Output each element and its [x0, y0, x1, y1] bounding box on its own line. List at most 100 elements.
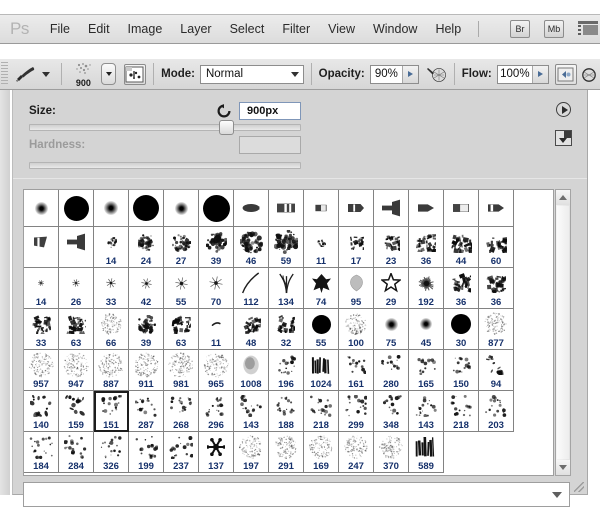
menu-item-file[interactable]: File	[41, 19, 79, 39]
brush-cell[interactable]: 39	[129, 309, 164, 350]
brush-cell[interactable]: 199	[129, 432, 164, 473]
brush-cell[interactable]: 11	[304, 227, 339, 268]
brush-cell-selected[interactable]: 151	[94, 391, 129, 432]
brush-cell[interactable]: 27	[164, 227, 199, 268]
brush-cell[interactable]: 184	[24, 432, 59, 473]
airbrush-icon[interactable]	[426, 65, 447, 84]
brush-cell[interactable]: 55	[164, 268, 199, 309]
hardness-slider[interactable]	[29, 162, 301, 169]
brush-cell[interactable]: 326	[94, 432, 129, 473]
brush-cell[interactable]: 30	[444, 309, 479, 350]
brush-cell[interactable]: 42	[129, 268, 164, 309]
brush-cell[interactable]: 165	[409, 350, 444, 391]
mini-bridge-button[interactable]: Mb	[544, 20, 564, 38]
toggle-brush-panel-icon[interactable]	[124, 63, 147, 85]
brush-cell[interactable]: 46	[234, 227, 269, 268]
menu-item-image[interactable]: Image	[119, 19, 172, 39]
brush-cell[interactable]: 39	[199, 227, 234, 268]
brush-cell[interactable]: 280	[374, 350, 409, 391]
brush-list-dropdown[interactable]	[23, 482, 570, 507]
chevron-down-icon[interactable]	[552, 491, 562, 498]
brush-cell[interactable]	[24, 227, 59, 268]
brush-cell[interactable]: 137	[199, 432, 234, 473]
brush-cell[interactable]	[374, 190, 409, 227]
size-input[interactable]: 900px	[239, 102, 301, 120]
brush-cell[interactable]: 296	[199, 391, 234, 432]
menu-item-view[interactable]: View	[319, 19, 364, 39]
menu-item-help[interactable]: Help	[426, 19, 470, 39]
brush-cell[interactable]: 370	[374, 432, 409, 473]
scrollbar-thumb[interactable]	[557, 206, 569, 459]
brush-cell[interactable]: 63	[59, 309, 94, 350]
brush-cell[interactable]: 140	[24, 391, 59, 432]
brush-cell[interactable]	[234, 190, 269, 227]
brush-cell[interactable]: 1008	[234, 350, 269, 391]
brush-cell[interactable]: 159	[59, 391, 94, 432]
scroll-down-arrow-icon[interactable]	[556, 460, 570, 475]
brush-cell[interactable]: 237	[164, 432, 199, 473]
flow-input[interactable]: 100%	[496, 64, 549, 84]
brush-cell[interactable]: 32	[269, 309, 304, 350]
brush-cell[interactable]: 981	[164, 350, 199, 391]
brush-cell[interactable]: 196	[269, 350, 304, 391]
brush-cell[interactable]: 66	[94, 309, 129, 350]
brush-grid[interactable]: 14 24 27 39 46 59 11 17 23 36 44 60 14 26 33 42 55 70 112 1…	[23, 189, 554, 476]
menu-item-edit[interactable]: Edit	[79, 19, 119, 39]
brush-cell[interactable]	[444, 190, 479, 227]
brush-cell[interactable]: 45	[409, 309, 444, 350]
brush-cell[interactable]: 188	[269, 391, 304, 432]
brush-cell[interactable]: 60	[479, 227, 514, 268]
brush-cell[interactable]: 70	[199, 268, 234, 309]
filmstrip-icon[interactable]	[578, 20, 600, 38]
brush-cell[interactable]: 887	[94, 350, 129, 391]
tablet-pressure-icon[interactable]	[554, 63, 577, 85]
size-slider[interactable]	[29, 120, 301, 135]
brush-cell[interactable]: 112	[234, 268, 269, 309]
brush-cell[interactable]	[199, 190, 234, 227]
brush-preset-picker[interactable]: 900	[68, 61, 117, 88]
brush-cell[interactable]: 48	[234, 309, 269, 350]
brush-cell[interactable]: 36	[444, 268, 479, 309]
brush-cell[interactable]: 63	[164, 309, 199, 350]
brush-cell[interactable]	[304, 190, 339, 227]
brush-cell[interactable]	[164, 190, 199, 227]
brush-cell[interactable]: 14	[94, 227, 129, 268]
flow-stepper[interactable]	[531, 65, 548, 83]
opacity-input[interactable]: 90%	[369, 64, 419, 84]
brush-cell[interactable]: 161	[339, 350, 374, 391]
brush-cell[interactable]: 203	[479, 391, 514, 432]
brush-cell[interactable]: 287	[129, 391, 164, 432]
reset-icon[interactable]	[217, 104, 231, 118]
brush-cell[interactable]: 218	[304, 391, 339, 432]
brush-cell[interactable]: 29	[374, 268, 409, 309]
brush-cell[interactable]: 192	[409, 268, 444, 309]
brush-grid-scrollbar[interactable]	[555, 189, 571, 476]
brush-cell[interactable]: 24	[129, 227, 164, 268]
brush-cell[interactable]: 284	[59, 432, 94, 473]
brush-cell[interactable]	[339, 190, 374, 227]
resize-grip[interactable]	[574, 482, 584, 492]
brush-cell[interactable]: 218	[444, 391, 479, 432]
brush-cell[interactable]: 348	[374, 391, 409, 432]
brush-cell[interactable]: 589	[409, 432, 444, 473]
brush-cell[interactable]: 169	[304, 432, 339, 473]
brush-cell[interactable]: 197	[234, 432, 269, 473]
brush-cell[interactable]: 150	[444, 350, 479, 391]
brush-cell[interactable]	[129, 190, 164, 227]
brush-cell[interactable]: 957	[24, 350, 59, 391]
brush-cell[interactable]: 268	[164, 391, 199, 432]
brush-cell[interactable]	[269, 190, 304, 227]
brush-cell[interactable]: 100	[339, 309, 374, 350]
brush-cell[interactable]	[94, 190, 129, 227]
brush-cell[interactable]: 33	[94, 268, 129, 309]
brush-cell[interactable]: 36	[409, 227, 444, 268]
menu-item-window[interactable]: Window	[364, 19, 426, 39]
bridge-button[interactable]: Br	[510, 20, 530, 38]
brush-cell[interactable]	[479, 190, 514, 227]
new-brush-preset-icon[interactable]	[555, 130, 572, 146]
brush-cell[interactable]: 74	[304, 268, 339, 309]
menu-item-filter[interactable]: Filter	[273, 19, 319, 39]
brush-cell[interactable]	[24, 190, 59, 227]
brush-cell[interactable]: 36	[479, 268, 514, 309]
menu-item-select[interactable]: Select	[221, 19, 274, 39]
